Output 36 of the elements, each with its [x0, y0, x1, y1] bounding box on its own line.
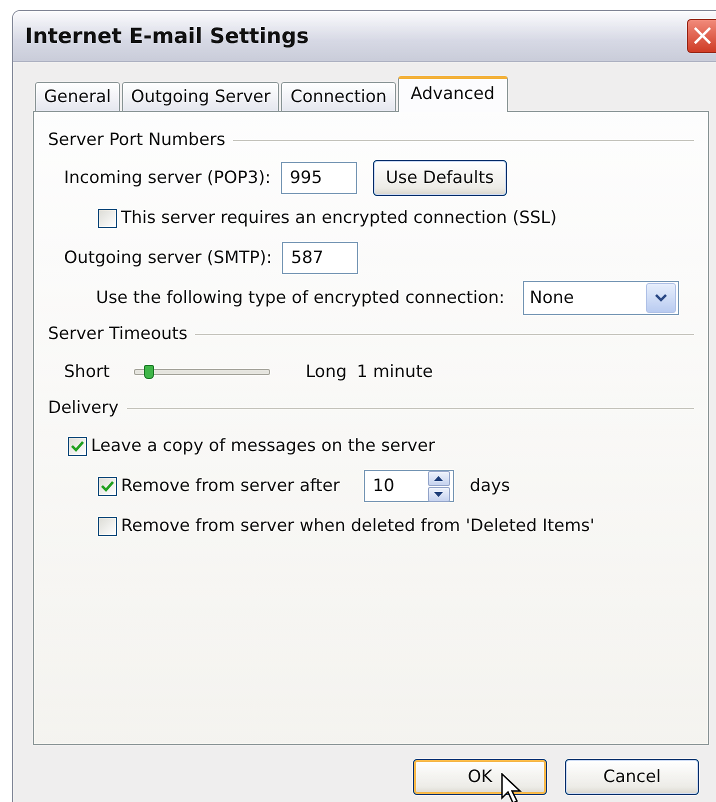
section-title: Server Timeouts — [48, 324, 188, 344]
mouse-pointer-icon — [501, 773, 523, 802]
dialog-button[interactable]: OK — [413, 759, 547, 795]
number-field[interactable]: 10 — [364, 470, 454, 502]
dialog-button[interactable]: Cancel — [565, 759, 699, 795]
slider-thumb[interactable] — [144, 365, 154, 379]
tab[interactable]: General — [35, 82, 120, 112]
chevron-down-icon — [654, 294, 667, 302]
check-icon — [71, 440, 84, 452]
checkbox-label[interactable]: Remove from server when deleted from 'Deleted Items' — [121, 516, 595, 536]
tab[interactable]: Connection — [281, 82, 396, 112]
tab[interactable]: Advanced — [398, 76, 508, 112]
checkbox-label[interactable]: This server requires an encrypted connection (SSL) — [121, 208, 557, 228]
checkbox[interactable] — [68, 436, 87, 456]
field-label: Outgoing server (SMTP): — [64, 248, 272, 268]
checkbox[interactable] — [98, 476, 117, 496]
window-title: Internet E-mail Settings — [25, 24, 309, 48]
checkbox-label[interactable]: Remove from server after — [121, 476, 340, 496]
slider-label: Long — [306, 362, 347, 382]
unit-label: days — [470, 476, 510, 496]
timeout-value: 1 minute — [356, 362, 433, 382]
checkbox-label[interactable]: Leave a copy of messages on the server — [91, 436, 435, 456]
port-field[interactable]: 587 — [282, 242, 358, 274]
checkbox[interactable] — [98, 208, 117, 228]
use-defaults-button[interactable]: Use Defaults — [372, 160, 507, 196]
field-label: Use the following type of encrypted connection: — [96, 288, 505, 308]
spinner-arrows-icon[interactable] — [428, 470, 450, 502]
check-icon — [101, 480, 114, 492]
slider-label: Short — [64, 362, 110, 382]
section-title: Server Port Numbers — [48, 130, 226, 150]
encryption-dropdown[interactable]: None — [522, 281, 679, 315]
field-label: Incoming server (POP3): — [64, 168, 271, 188]
checkbox[interactable] — [98, 516, 117, 536]
section-title: Delivery — [48, 398, 119, 418]
tab[interactable]: Outgoing Server — [122, 82, 280, 112]
port-field[interactable]: 995 — [280, 162, 357, 194]
